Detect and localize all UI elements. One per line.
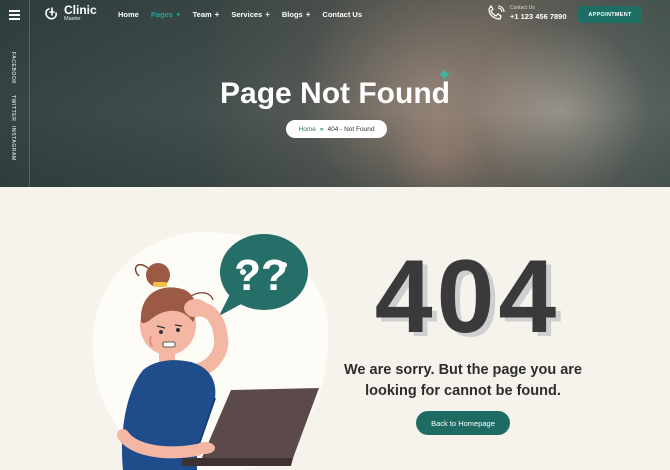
- contact-phone[interactable]: Contact Us +1 123 456 7890: [486, 5, 567, 21]
- appointment-button[interactable]: APPOINTMENT: [578, 6, 642, 23]
- nav-pages[interactable]: Pages +: [151, 10, 181, 19]
- phone-number: +1 123 456 7890: [510, 12, 567, 21]
- brand-logo[interactable]: Clinic Master: [44, 3, 97, 22]
- breadcrumb-current: 404 - Not Found: [327, 125, 375, 133]
- contact-label: Contact Us: [510, 5, 535, 11]
- main-nav: Home Pages + Team + Services + Blogs + Conta…: [118, 10, 374, 19]
- nav-contact-us[interactable]: Contact Us: [322, 10, 362, 19]
- nav-team[interactable]: Team +: [193, 10, 220, 19]
- breadcrumb: Home » 404 - Not Found: [286, 120, 387, 138]
- social-instagram-link[interactable]: INSTAGRAM: [10, 126, 16, 161]
- svg-text:??: ??: [234, 251, 288, 300]
- error-code: 404: [374, 239, 561, 355]
- breadcrumb-separator: »: [319, 125, 324, 133]
- nav-home[interactable]: Home: [118, 10, 139, 19]
- breadcrumb-home-link[interactable]: Home: [299, 126, 316, 133]
- phone-icon: [488, 5, 505, 20]
- error-message: We are sorry. But the page you are looki…: [338, 360, 588, 402]
- page-title: Page Not Found: [220, 77, 450, 110]
- menu-icon[interactable]: [9, 10, 20, 20]
- error-message-line-2: looking for cannot be found.: [365, 383, 561, 399]
- clinic-logo-icon: [45, 6, 57, 19]
- nav-blogs[interactable]: Blogs +: [282, 10, 311, 19]
- brand-name: Clinic: [64, 3, 97, 17]
- back-to-homepage-button[interactable]: Back to Homepage: [416, 411, 510, 435]
- nav-services[interactable]: Services +: [231, 10, 270, 19]
- error-message-line-1: We are sorry. But the page you are: [344, 362, 582, 378]
- confused-woman-illustration: ??: [117, 234, 319, 470]
